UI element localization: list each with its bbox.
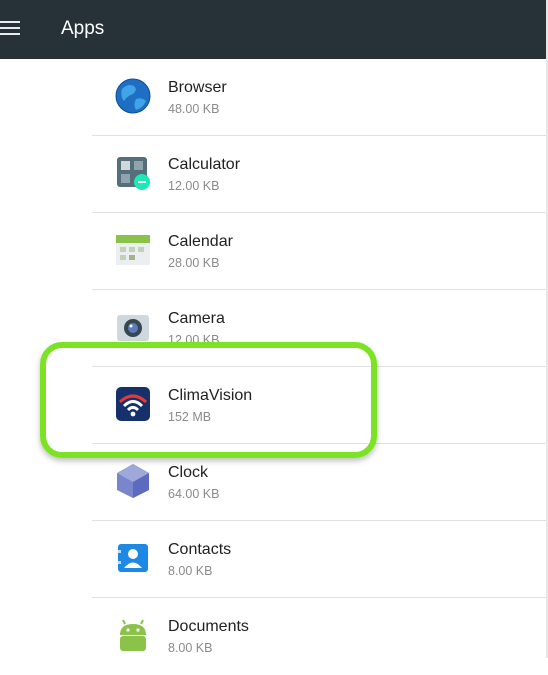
contacts-icon — [118, 544, 148, 572]
app-name: Contacts — [168, 541, 232, 558]
list-item-calculator[interactable]: Calculator 12.00 KB — [92, 136, 546, 213]
apps-list: Browser 48.00 KB Calculator 12.00 KB Cal… — [92, 59, 546, 675]
app-size: 48.00 KB — [168, 102, 220, 116]
climavision-wifi-icon — [116, 387, 150, 421]
clock-icon — [117, 464, 149, 498]
app-name: Calculator — [168, 156, 241, 173]
app-toolbar: Apps — [0, 0, 546, 59]
app-name: Clock — [168, 464, 209, 481]
app-name: Documents — [168, 618, 249, 635]
app-size: 64.00 KB — [168, 487, 220, 501]
app-name: Browser — [168, 79, 227, 96]
android-documents-icon — [120, 619, 146, 651]
camera-icon — [117, 315, 149, 341]
app-size: 28.00 KB — [168, 256, 220, 270]
app-size: 12.00 KB — [168, 333, 220, 347]
list-item-calendar[interactable]: Calendar 28.00 KB — [92, 213, 546, 290]
app-name: ClimaVision — [168, 387, 253, 404]
list-item-contacts[interactable]: Contacts 8.00 KB — [92, 521, 546, 598]
app-size: 8.00 KB — [168, 564, 213, 578]
menu-icon[interactable] — [0, 21, 22, 37]
app-name: Camera — [168, 310, 225, 327]
page-title: Apps — [61, 18, 105, 39]
app-size: 8.00 KB — [168, 641, 213, 655]
app-size: 152 MB — [168, 410, 212, 424]
calendar-icon — [116, 235, 150, 265]
list-item-clock[interactable]: Clock 64.00 KB — [92, 444, 546, 521]
list-item-climavision[interactable]: ClimaVision 152 MB — [92, 367, 546, 444]
calculator-icon — [117, 157, 150, 190]
list-item-camera[interactable]: Camera 12.00 KB — [92, 290, 546, 367]
app-name: Calendar — [168, 233, 233, 250]
list-item-documents[interactable]: Documents 8.00 KB — [92, 598, 546, 675]
list-item-browser[interactable]: Browser 48.00 KB — [92, 59, 546, 136]
browser-globe-icon — [115, 78, 151, 114]
app-size: 12.00 KB — [168, 179, 220, 193]
